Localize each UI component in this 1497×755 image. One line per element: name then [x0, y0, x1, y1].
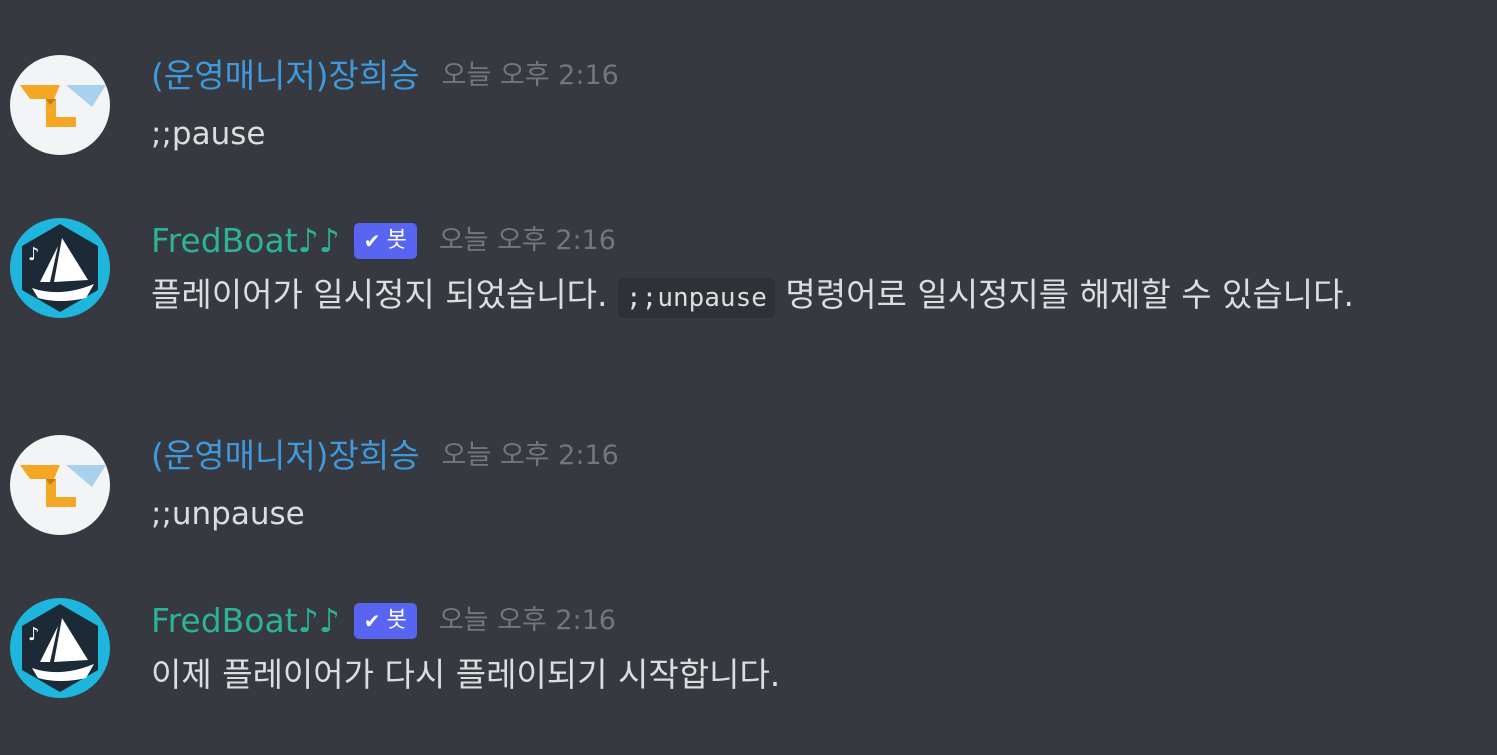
username[interactable]: FredBoat♪♪ — [151, 219, 340, 263]
message-timestamp[interactable]: 오늘 오후 2:16 — [442, 54, 619, 98]
message-timestamp[interactable]: 오늘 오후 2:16 — [442, 434, 619, 478]
checkmark-icon: ✔ — [363, 609, 381, 633]
bot-avatar[interactable]: ♪ — [10, 218, 110, 318]
checkmark-icon: ✔ — [363, 229, 381, 253]
message-content: ;;unpause — [151, 496, 305, 532]
username[interactable]: FredBoat♪♪ — [151, 599, 340, 643]
bot-avatar[interactable]: ♪ — [10, 598, 110, 698]
letter-l-envelope-icon — [10, 435, 110, 535]
message-header: FredBoat♪♪ ✔ 봇 오늘 오후 2:16 — [151, 219, 616, 263]
user-avatar[interactable] — [10, 435, 110, 535]
message-timestamp[interactable]: 오늘 오후 2:16 — [439, 219, 616, 263]
message-content: 플레이어가 일시정지 되었습니다. ;;unpause 명령어로 일시정지를 해… — [151, 268, 1411, 325]
svg-text:♪: ♪ — [28, 244, 40, 265]
sailboat-music-icon: ♪ — [10, 218, 110, 318]
sailboat-music-icon: ♪ — [10, 598, 110, 698]
message-header: (운영매니저)장희승 오늘 오후 2:16 — [151, 434, 619, 478]
message-timestamp[interactable]: 오늘 오후 2:16 — [439, 599, 616, 643]
message-text: 플레이어가 일시정지 되었습니다. — [151, 275, 608, 314]
chat-message-list: (운영매니저)장희승 오늘 오후 2:16 ;;pause ♪ FredBoat… — [0, 0, 1497, 755]
message-content: 이제 플레이어가 다시 플레이되기 시작합니다. — [151, 655, 781, 694]
bot-tag: ✔ 봇 — [353, 603, 417, 639]
message-content: ;;pause — [151, 116, 266, 152]
username[interactable]: (운영매니저)장희승 — [151, 54, 420, 98]
bot-tag-label: 봇 — [386, 608, 407, 633]
user-avatar[interactable] — [10, 55, 110, 155]
inline-code: ;;unpause — [618, 278, 775, 318]
bot-tag-label: 봇 — [386, 228, 407, 253]
bot-tag: ✔ 봇 — [353, 223, 417, 259]
letter-l-envelope-icon — [10, 55, 110, 155]
message-header: FredBoat♪♪ ✔ 봇 오늘 오후 2:16 — [151, 599, 616, 643]
message-text: 명령어로 일시정지를 해제할 수 있습니다. — [785, 275, 1354, 314]
svg-text:♪: ♪ — [28, 624, 40, 645]
username[interactable]: (운영매니저)장희승 — [151, 434, 420, 478]
message-header: (운영매니저)장희승 오늘 오후 2:16 — [151, 54, 619, 98]
